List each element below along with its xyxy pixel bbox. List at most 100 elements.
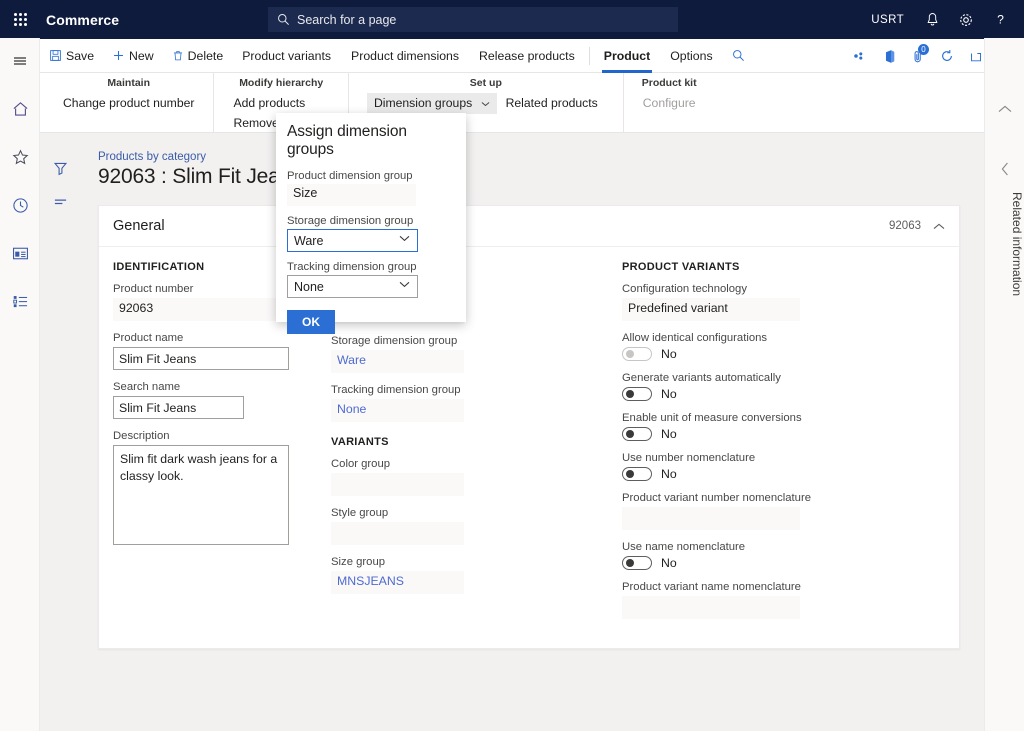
assign-dimension-groups-dialog: Assign dimension groups Product dimensio…	[276, 113, 466, 322]
related-products-button[interactable]: Related products	[499, 93, 605, 114]
modules-list-icon[interactable]	[0, 284, 40, 318]
command-search-icon[interactable]	[723, 39, 754, 73]
add-products-button[interactable]: Add products	[226, 93, 336, 113]
use-number-nomenclature-toggle[interactable]	[622, 467, 652, 481]
size-group-field: Size group MNSJEANS	[331, 556, 541, 594]
related-information-label[interactable]: Related information	[985, 192, 1024, 296]
form-columns: IDENTIFICATION Product number 92063 Prod…	[99, 247, 959, 630]
ribbon-group-label: Maintain	[107, 77, 150, 89]
sort-lines-icon[interactable]	[40, 185, 80, 219]
general-section-header[interactable]: General 92063	[99, 206, 959, 247]
gear-icon[interactable]	[950, 3, 982, 37]
tab-options[interactable]: Options	[660, 39, 722, 73]
chevron-down-icon	[399, 235, 410, 242]
attachments-icon[interactable]: 0	[905, 42, 931, 70]
dimension-groups-label: Dimension groups	[374, 96, 472, 110]
dimension-groups-button[interactable]: Dimension groups	[367, 93, 497, 114]
home-icon[interactable]	[0, 92, 40, 126]
help-icon[interactable]: ?	[984, 3, 1016, 37]
product-variant-name-nomenclature-value[interactable]	[622, 596, 800, 619]
use-number-nomenclature-label: Use number nomenclature	[622, 452, 824, 464]
change-product-number-button[interactable]: Change product number	[56, 93, 201, 113]
storage-dimension-group-field: Storage dimension group Ware	[331, 335, 541, 373]
favorites-star-icon[interactable]	[0, 140, 40, 174]
enable-unit-of-measure-conversions-toggle[interactable]	[622, 427, 652, 441]
allow-identical-configurations-toggle	[622, 347, 652, 361]
search-name-input[interactable]	[113, 396, 244, 419]
svg-text:?: ?	[997, 13, 1004, 27]
breadcrumb[interactable]: Products by category	[98, 151, 960, 163]
use-name-nomenclature-toggle[interactable]	[622, 556, 652, 570]
left-rail-icons	[0, 38, 40, 318]
size-group-value[interactable]: MNSJEANS	[331, 571, 464, 594]
column-spacer	[549, 261, 622, 630]
tab-release-products[interactable]: Release products	[469, 39, 585, 73]
use-number-nomenclature-value: No	[661, 467, 677, 481]
product-variant-number-nomenclature-value[interactable]	[622, 507, 800, 530]
relationships-icon[interactable]	[847, 42, 873, 70]
use-name-nomenclature-field: Use name nomenclature No	[622, 541, 824, 570]
tab-product-variants[interactable]: Product variants	[232, 39, 341, 73]
configuration-technology-value[interactable]: Predefined variant	[622, 298, 800, 321]
chevron-left-icon[interactable]	[985, 154, 1024, 184]
style-group-value[interactable]	[331, 522, 464, 545]
ribbon-group-maintain: Maintain Change product number	[44, 73, 214, 132]
storage-dimension-group-value[interactable]: Ware	[331, 350, 464, 373]
hamburger-icon[interactable]	[0, 44, 40, 78]
dialog-title: Assign dimension groups	[287, 123, 455, 159]
tracking-dimension-group-value[interactable]: None	[331, 399, 464, 422]
configure-button: Configure	[636, 93, 703, 113]
product-number-value: 92063	[113, 298, 289, 321]
delete-button[interactable]: Delete	[163, 39, 233, 73]
command-bar: Save New Delete Product variants Product…	[0, 39, 1024, 73]
refresh-icon[interactable]	[934, 42, 960, 70]
color-group-value[interactable]	[331, 473, 464, 496]
dialog-storage-dimension-group-select[interactable]: Ware	[287, 229, 418, 252]
tab-product-dimensions[interactable]: Product dimensions	[341, 39, 469, 73]
tracking-dimension-group-label: Tracking dimension group	[331, 384, 541, 396]
size-group-label: Size group	[331, 556, 541, 568]
company-selector[interactable]: USRT	[867, 14, 914, 26]
command-buttons: Save New Delete Product variants Product…	[40, 39, 754, 73]
product-name-input[interactable]	[113, 347, 289, 370]
general-fasttab-card: General 92063 IDENTIFICATION	[98, 205, 960, 649]
filter-funnel-icon[interactable]	[40, 151, 80, 185]
generate-variants-automatically-value: No	[661, 387, 677, 401]
dialog-ok-button[interactable]: OK	[287, 310, 335, 334]
description-textarea[interactable]	[113, 445, 289, 545]
brand-title[interactable]: Commerce	[40, 12, 119, 28]
product-variant-number-nomenclature-label: Product variant number nomenclature	[622, 492, 824, 504]
chevron-up-icon[interactable]	[933, 223, 945, 230]
open-in-office-icon[interactable]	[876, 42, 902, 70]
section-header-right: 92063	[889, 220, 945, 232]
product-variants-heading: PRODUCT VARIANTS	[622, 261, 824, 273]
dialog-tracking-dimension-group-select[interactable]: None	[287, 275, 418, 298]
generate-variants-automatically-toggle[interactable]	[622, 387, 652, 401]
product-name-field: Product name	[113, 332, 323, 370]
search-input[interactable]: Search for a page	[268, 7, 678, 32]
chevron-up-icon[interactable]	[985, 92, 1024, 126]
section-badge: 92063	[889, 220, 921, 232]
bell-icon[interactable]	[916, 3, 948, 37]
app-launcher-icon[interactable]	[0, 0, 40, 39]
section-title: General	[113, 218, 165, 234]
chevron-down-icon	[481, 99, 490, 109]
new-button[interactable]: New	[103, 39, 163, 73]
workspaces-icon[interactable]	[0, 236, 40, 270]
dialog-tracking-dimension-group-field: Tracking dimension group None	[287, 261, 455, 298]
product-variant-name-nomenclature-label: Product variant name nomenclature	[622, 581, 824, 593]
plus-icon	[112, 49, 125, 62]
save-label: Save	[66, 49, 94, 63]
top-navigation-bar: Commerce Search for a page USRT ?	[0, 0, 1024, 39]
page-title: 92063 : Slim Fit Jeans	[98, 165, 960, 189]
attachments-badge: 0	[918, 44, 929, 55]
search-name-field: Search name	[113, 381, 323, 419]
recent-clock-icon[interactable]	[0, 188, 40, 222]
product-variant-number-nomenclature-field: Product variant number nomenclature	[622, 492, 824, 530]
ribbon-group-label: Set up	[470, 77, 502, 89]
tab-separator	[589, 47, 590, 65]
dialog-product-dimension-group-value: Size	[287, 184, 416, 206]
generate-variants-automatically-label: Generate variants automatically	[622, 372, 824, 384]
tab-product[interactable]: Product	[594, 39, 660, 73]
save-button[interactable]: Save	[40, 39, 103, 73]
